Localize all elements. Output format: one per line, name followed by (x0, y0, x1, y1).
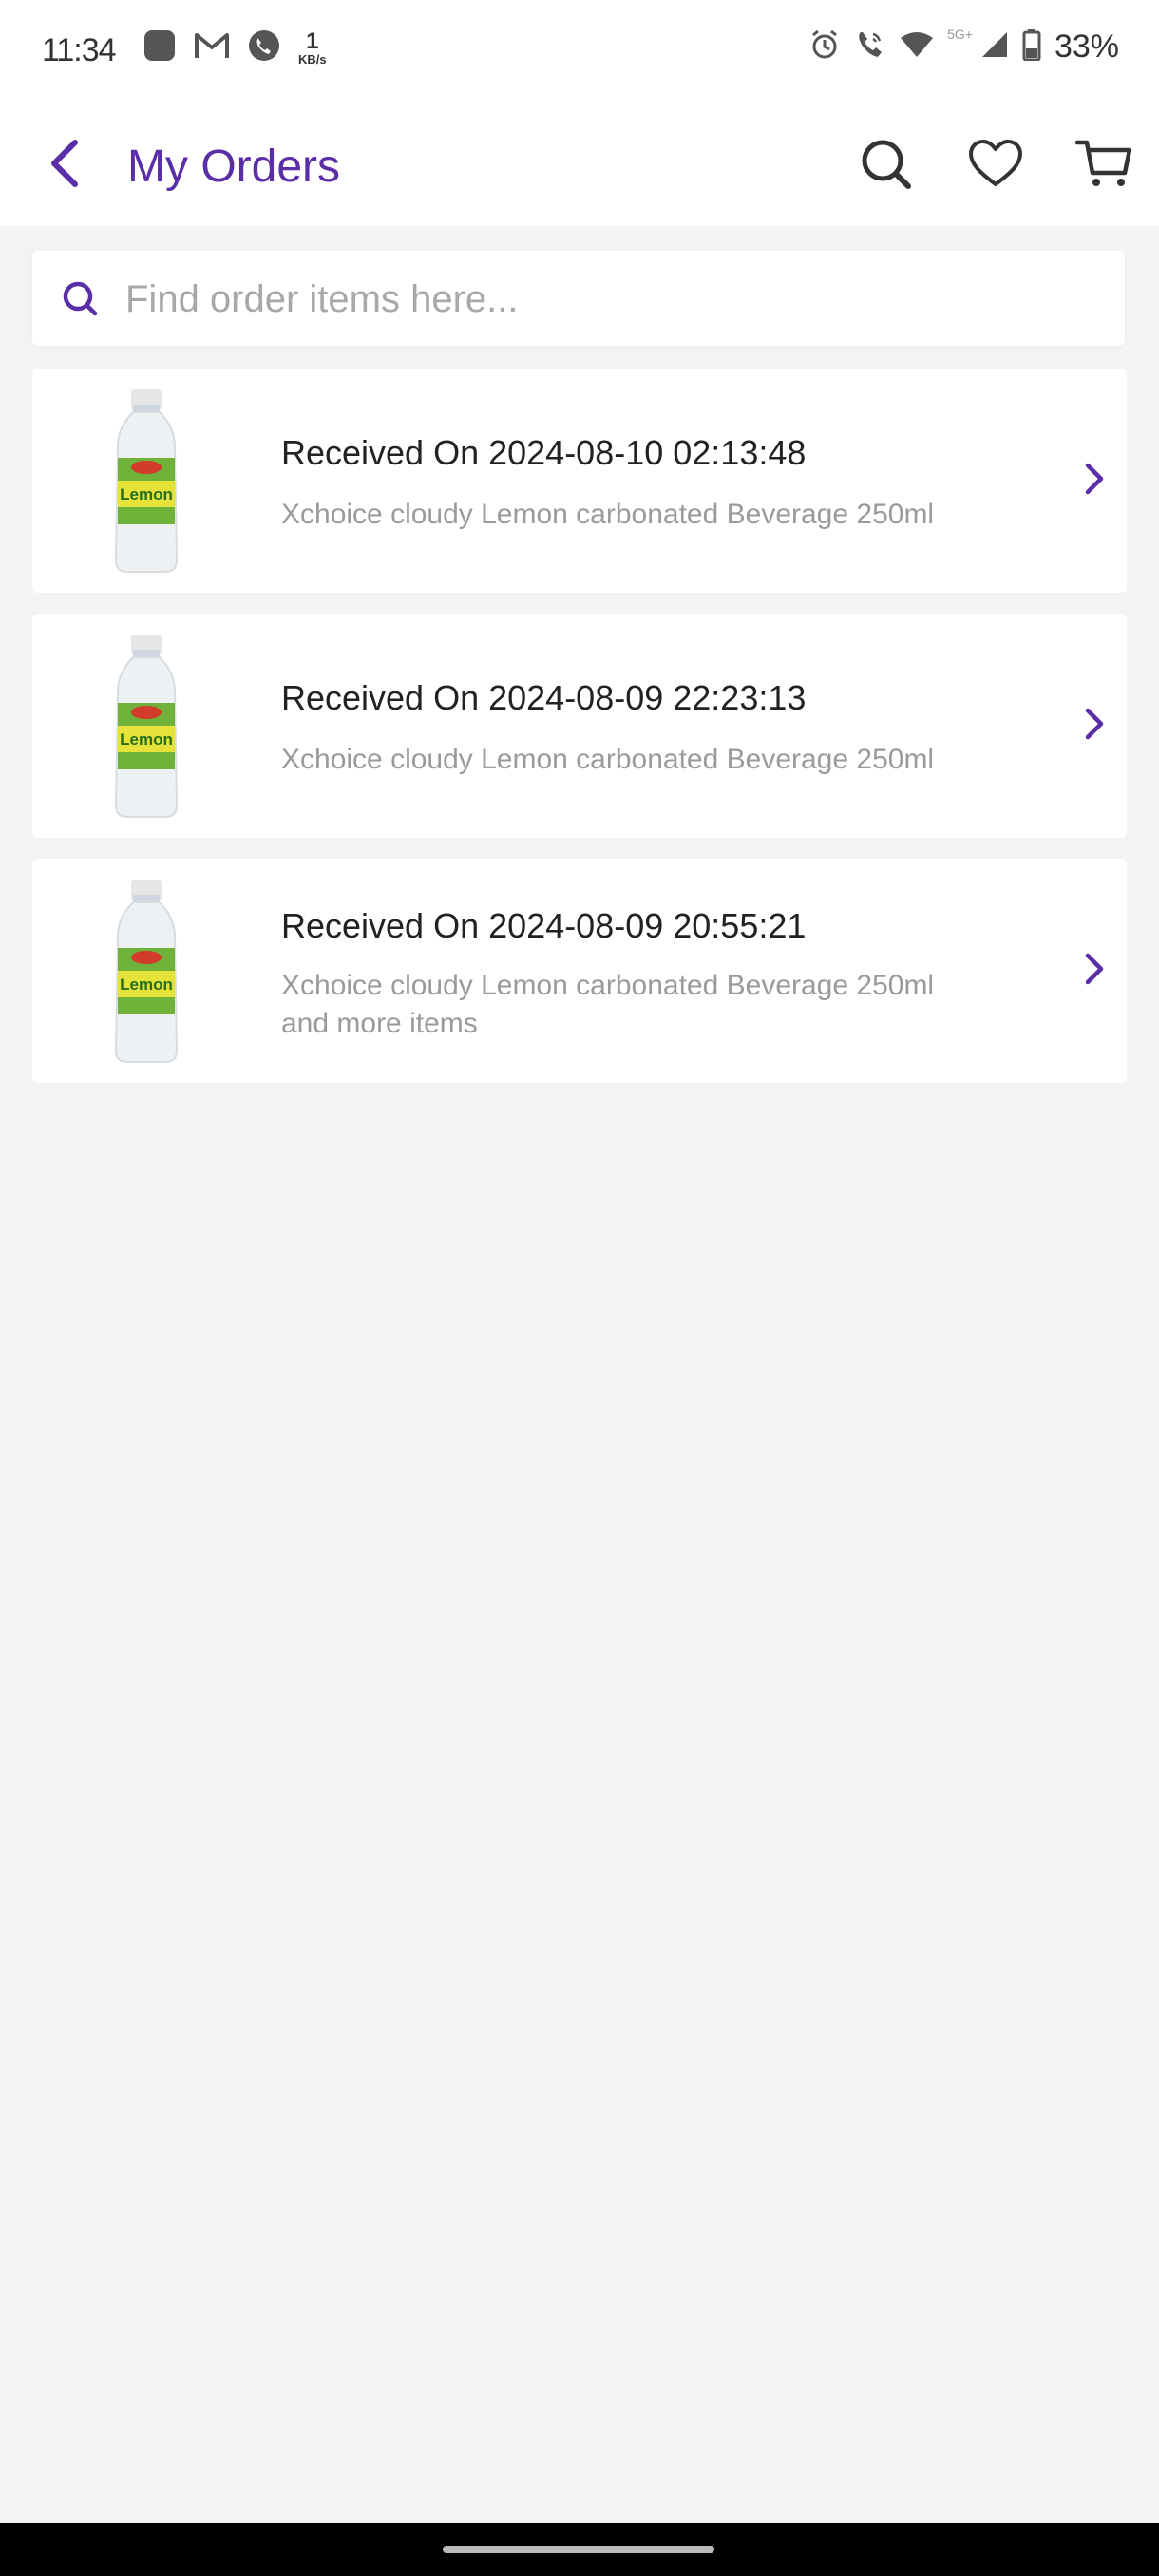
order-received-date: Received On 2024-08-09 22:23:13 (281, 678, 807, 717)
product-label-text: Lemon (120, 485, 173, 503)
order-card[interactable]: Lemon Received On 2024-08-09 22:23:13 Xc… (32, 614, 1127, 838)
search-button[interactable] (855, 135, 916, 196)
gmail-icon (194, 30, 230, 66)
cart-icon (1074, 137, 1132, 195)
status-icons-right: 5G+ 33% (808, 26, 1119, 66)
back-button[interactable] (38, 137, 91, 194)
product-thumbnail: Lemon (89, 880, 203, 1064)
search-field-icon (59, 277, 101, 319)
battery-icon (1022, 28, 1041, 66)
order-received-date: Received On 2024-08-09 20:55:21 (281, 906, 807, 945)
chevron-right-icon (1084, 707, 1105, 746)
wifi-icon (900, 30, 934, 64)
status-bar: 11:34 1 KB/s 5G+ 33% (0, 0, 1159, 104)
app-bar: My Orders (0, 104, 1159, 226)
wifi-calling-icon (854, 28, 886, 66)
order-card[interactable]: Lemon Received On 2024-08-09 20:55:21 Xc… (32, 859, 1127, 1083)
order-item-name: Xchoice cloudy Lemon carbonated Beverage… (281, 744, 935, 775)
page-title: My Orders (127, 142, 341, 192)
status-time: 11:34 (42, 32, 117, 68)
order-item-name: Xchoice cloudy Lemon carbonated Beverage… (281, 499, 935, 530)
order-item-description: Xchoice cloudy Lemon carbonated Beverage… (281, 496, 1003, 534)
product-thumbnail: Lemon (89, 635, 203, 819)
heart-icon (968, 139, 1023, 193)
status-icons-left: 1 KB/s (142, 28, 327, 67)
app-icon (142, 28, 177, 67)
back-arrow-icon (48, 139, 81, 193)
chevron-right-icon (1084, 952, 1105, 991)
net-speed: 1 KB/s (298, 30, 327, 66)
order-item-name: Xchoice cloudy Lemon carbonated Beverage… (281, 970, 935, 1001)
network-type: 5G+ (947, 26, 973, 42)
order-search-input[interactable] (124, 270, 1096, 329)
order-card[interactable]: Lemon Received On 2024-08-10 02:13:48 Xc… (32, 369, 1127, 593)
product-label-text: Lemon (120, 730, 173, 748)
order-detail-chevron[interactable] (1075, 948, 1113, 994)
product-thumbnail: Lemon (89, 389, 203, 574)
signal-icon (980, 30, 1009, 64)
home-gesture-handle[interactable] (443, 2546, 714, 2553)
system-nav-bar (0, 2523, 1159, 2576)
net-speed-value: 1 (306, 28, 319, 54)
alarm-icon (808, 28, 841, 66)
order-received-date: Received On 2024-08-10 02:13:48 (281, 433, 807, 472)
product-label-text: Lemon (120, 975, 173, 994)
net-speed-unit: KB/s (298, 52, 327, 66)
order-detail-chevron[interactable] (1075, 458, 1113, 503)
order-item-description: Xchoice cloudy Lemon carbonated Beverage… (281, 967, 1003, 1043)
chevron-right-icon (1084, 462, 1105, 501)
order-item-description: Xchoice cloudy Lemon carbonated Beverage… (281, 741, 1003, 779)
phone-app-icon (247, 28, 281, 67)
order-search-bar[interactable] (32, 251, 1125, 346)
order-more-items: and more items (281, 1008, 478, 1039)
search-icon (859, 137, 912, 195)
cart-button[interactable] (1074, 135, 1134, 196)
battery-percent: 33% (1054, 28, 1119, 65)
order-detail-chevron[interactable] (1075, 703, 1113, 748)
wishlist-button[interactable] (965, 135, 1026, 196)
